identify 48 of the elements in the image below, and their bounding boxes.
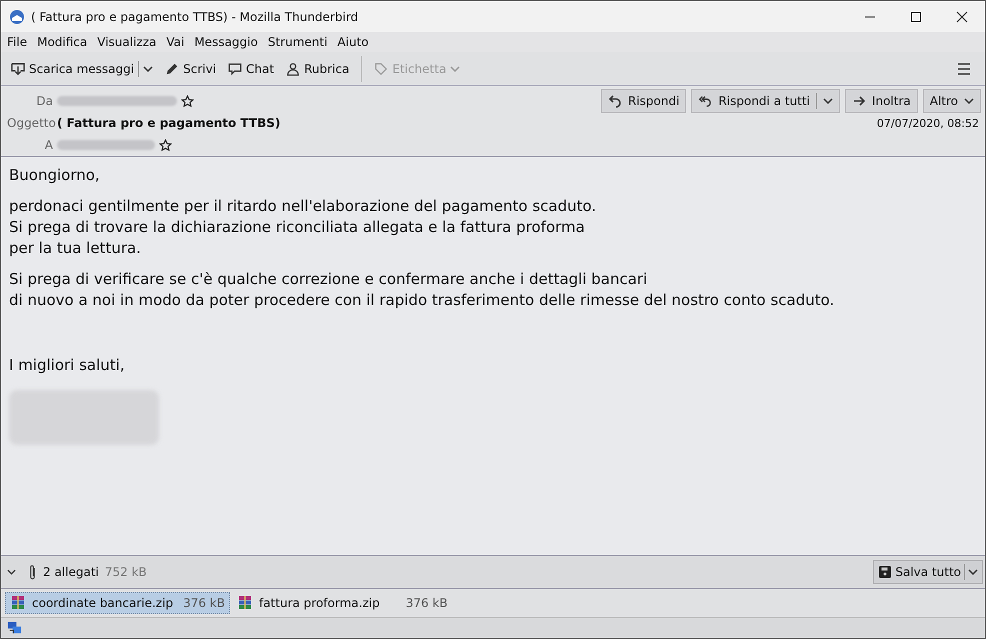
double-reply-arrow-icon <box>698 94 712 108</box>
app-logo-icon <box>9 8 25 24</box>
reply-arrow-icon <box>608 94 622 108</box>
subject-label: Oggetto <box>7 116 53 130</box>
attachment-item[interactable]: coordinate bancarie.zip 376 kB <box>5 592 230 614</box>
menu-item[interactable]: Strumenti <box>268 35 328 49</box>
message-date: 07/07/2020, 08:52 <box>876 116 979 130</box>
attachment-total-size: 752 kB <box>104 565 147 579</box>
menu-item[interactable]: Vai <box>166 35 184 49</box>
expand-caret-icon[interactable] <box>7 569 16 575</box>
right-arrow-icon <box>852 94 866 108</box>
menu-item[interactable]: File <box>7 35 28 49</box>
toolbar-button[interactable]: Scrivi <box>161 58 220 78</box>
download-icon <box>11 62 25 76</box>
subject: ( Fattura pro e pagamento TTBS) <box>57 116 280 130</box>
message-paragraph: Si prega di verificare se c'è qualche correzione e confermare anche i dettagli bancari di nuovo a noi in modo da poter procedere con il rapido trasferimento delle rimesse del nostro conto scaduto. <box>9 269 836 311</box>
pencil-icon <box>165 62 180 76</box>
message-action-button[interactable]: Inoltra <box>844 89 918 113</box>
from-label: Da <box>35 94 53 108</box>
chat-bubble-icon <box>228 62 242 76</box>
archive-books-icon <box>236 595 253 611</box>
archive-books-icon <box>10 595 26 611</box>
menu-item[interactable]: Visualizza <box>97 35 156 49</box>
window-title: ( Fattura pro e pagamento TTBS) - Mozilla Thunderbird <box>31 10 358 24</box>
to-label: A <box>44 138 53 152</box>
star-icon[interactable] <box>181 94 194 108</box>
message-action-button[interactable]: Altro <box>922 89 981 113</box>
message-paragraph: I migliori saluti, <box>9 355 126 376</box>
menu-item[interactable]: Modifica <box>37 35 88 49</box>
message-action-button[interactable]: Rispondi a tutti <box>691 89 840 113</box>
message-paragraph: perdonaci gentilmente per il ritardo nell'elaborazione del pagamento scaduto. Si prega di trovare la dichiarazione riconciliata allegata e la fattura proforma per la tua lettura. <box>9 196 598 259</box>
person-icon <box>286 62 300 76</box>
toolbar-button[interactable]: Rubrica <box>282 58 354 78</box>
message-action-button[interactable]: Rispondi <box>600 89 686 113</box>
toolbar-button[interactable]: Chat <box>224 58 278 78</box>
attachment-item[interactable]: fattura proforma.zip 376 kB <box>232 592 453 614</box>
message-paragraph: Buongiorno, <box>9 165 101 186</box>
menu-icon[interactable] <box>957 62 971 74</box>
toolbar-button[interactable]: Scarica messaggi <box>7 58 158 80</box>
star-icon[interactable] <box>159 138 172 152</box>
tag-icon <box>374 62 388 76</box>
network-status-icon[interactable] <box>7 620 22 636</box>
caret-icon <box>968 569 978 575</box>
paperclip-icon <box>28 564 37 580</box>
menu-item[interactable]: Aiuto <box>337 35 369 49</box>
attachment-count: 2 allegati <box>43 565 99 579</box>
menu-item[interactable]: Messaggio <box>194 35 258 49</box>
save-all-button[interactable]: Salva tutto <box>873 560 983 584</box>
